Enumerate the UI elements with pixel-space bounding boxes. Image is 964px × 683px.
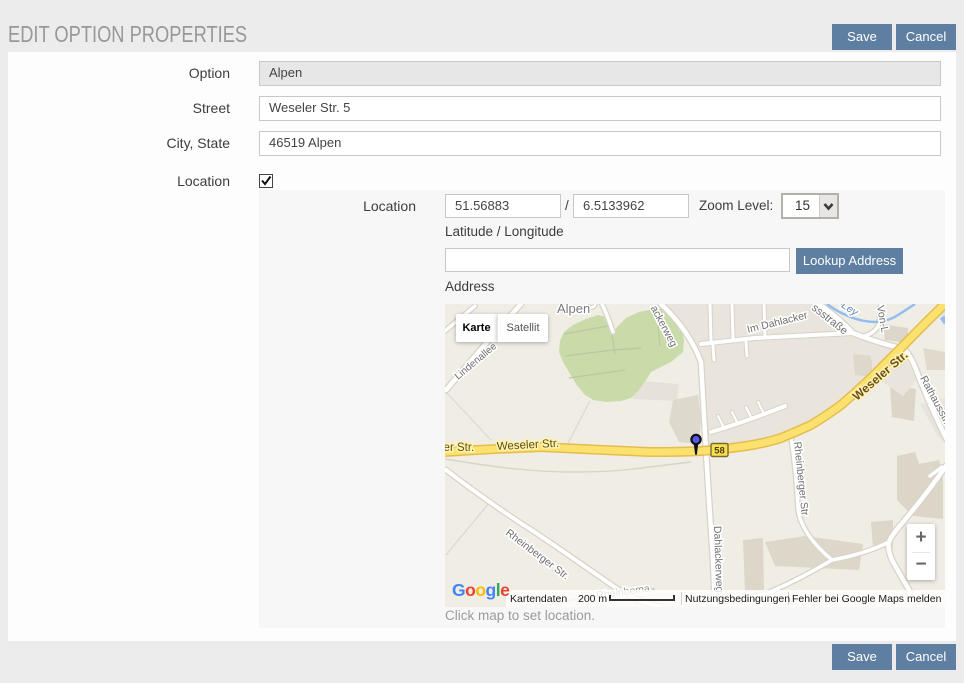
svg-text:ler Str.: ler Str. [445, 442, 474, 454]
svg-text:Alpen: Alpen [557, 304, 590, 316]
svg-text:Lindenallee: Lindenallee [453, 341, 500, 383]
svg-text:58: 58 [714, 446, 725, 457]
svg-text:Dahlackerweg: Dahlackerweg [711, 526, 725, 593]
